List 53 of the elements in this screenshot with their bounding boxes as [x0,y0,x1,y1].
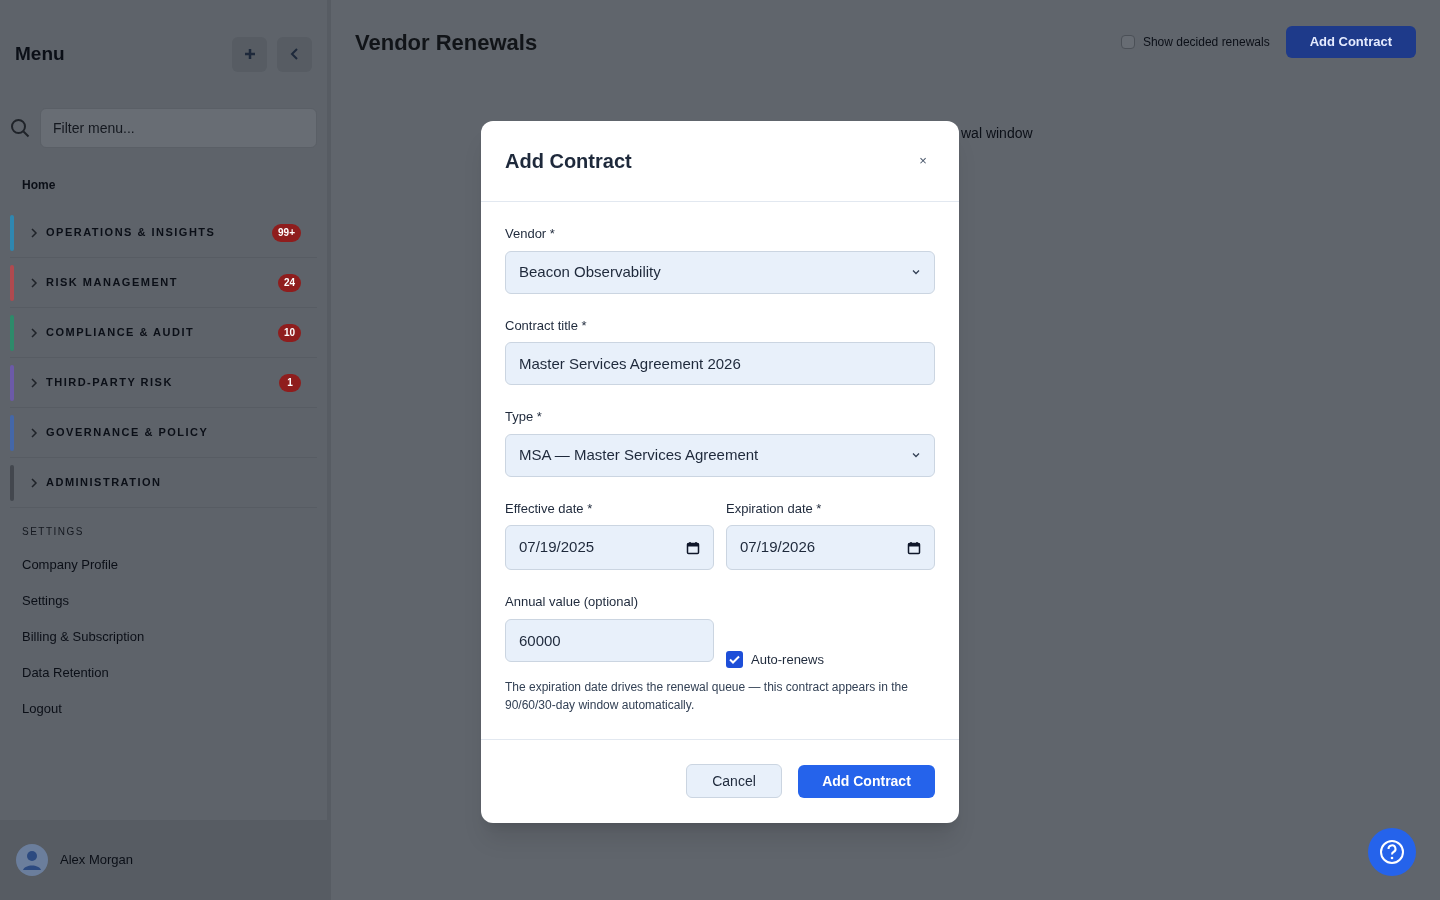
field-label: Contract title * [505,316,588,335]
group-label: ADMINISTRATION [46,475,163,491]
section-heading: SETTINGS [21,525,85,539]
modal-title: Add Contract [505,149,632,174]
checkbox[interactable] [1120,35,1135,49]
menu-group[interactable]: OPERATIONS & INSIGHTS 99+ [10,208,317,258]
checkmark-icon [729,655,740,665]
add-button[interactable] [232,36,267,72]
body-text: wal window [961,124,1033,143]
cancel-button[interactable]: Cancel [686,764,782,798]
group-label: THIRD-PARTY RISK [46,375,174,391]
calendar-icon[interactable] [907,540,921,555]
expiration-date-field[interactable]: 07/19/2026 [726,525,935,570]
help-icon [1379,839,1405,865]
sidebar-title: Menu [15,41,65,66]
type-select[interactable]: MSA — Master Services Agreement [505,433,935,477]
group-label: RISK MANAGEMENT [46,275,179,291]
contract-title-field[interactable]: Master Services Agreement 2026 [505,342,935,385]
hint-text: The expiration date drives the renewal queue — this contract appears in the 90/60/30-day window automatically. [505,678,909,714]
caret-icon [911,452,921,458]
user-name: Alex Morgan [60,851,133,870]
chevron-left-icon [289,48,300,60]
calendar-icon[interactable] [686,540,700,555]
count-badge: 1 [279,373,301,392]
field-label: Expiration date * [726,499,823,518]
effective-date-field[interactable]: 07/19/2025 [505,525,714,570]
count-badge: 24 [277,273,301,292]
caret-icon [911,269,921,275]
field-label: Annual value (optional) [505,593,639,611]
checkbox-label: Show decided renewals [1142,34,1270,51]
search-icon [10,118,30,138]
field-label: Vendor * [505,225,556,243]
checkbox-label: Auto-renews [751,651,824,669]
field-label: Effective date * [505,499,594,518]
vendor-select[interactable]: Beacon Observability [505,250,935,294]
annual-value-field[interactable]: 60000 [505,618,714,662]
group-label: OPERATIONS & INSIGHTS [46,225,217,241]
count-badge: 99+ [272,223,301,242]
menu-group[interactable]: RISK MANAGEMENT 24 [10,258,317,308]
checkbox[interactable] [726,651,743,669]
menu-group[interactable]: THIRD-PARTY RISK 1 [10,358,317,408]
help-button[interactable] [1368,828,1416,876]
close-button[interactable]: × [911,149,935,173]
plus-icon [243,48,256,60]
count-badge: 10 [277,323,301,342]
filter-field[interactable]: Filter menu... [40,108,317,148]
submit-button[interactable]: Add Contract [798,764,935,798]
page-title: Vendor Renewals [355,28,538,57]
add-contract-button[interactable]: Add Contract [1285,26,1416,58]
menu-group[interactable]: COMPLIANCE & AUDIT 10 [10,308,317,358]
group-label: GOVERNANCE & POLICY [46,425,210,441]
group-label: COMPLIANCE & AUDIT [46,325,196,341]
field-label: Type * [505,408,543,426]
